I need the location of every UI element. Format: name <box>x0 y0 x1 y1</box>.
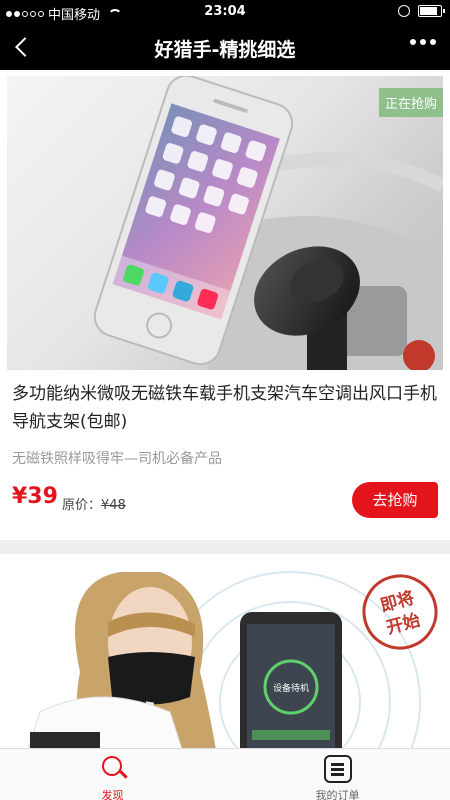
more-options-icon[interactable] <box>410 39 436 45</box>
search-icon <box>100 754 128 784</box>
device-standby-text: 设备待机 <box>273 682 309 694</box>
battery-fill <box>420 7 437 15</box>
original-price-label: 原价： <box>62 498 102 513</box>
battery-icon <box>418 5 445 17</box>
buy-now-button[interactable]: 去抢购 <box>352 482 438 518</box>
original-price: 原价：¥48 <box>62 494 126 513</box>
product-subtitle: 无磁铁照样吸得牢—司机必备产品 <box>12 451 222 467</box>
product-feed[interactable]: 正在抢购 多功能纳米微吸无磁铁车载手机支架汽车空调出风口手机导航支架(包邮) 无… <box>0 70 450 748</box>
product-image[interactable]: 设备待机 即将 开始 <box>0 562 450 748</box>
mask-product-illustration: 设备待机 即将 开始 <box>27 571 438 748</box>
tab-discover-label: 发现 <box>101 789 124 800</box>
nav-bar: 好猎手-精挑细选 <box>0 24 450 70</box>
orders-list-icon <box>324 755 352 783</box>
clock: 23:04 <box>204 4 246 19</box>
sale-price: ¥39 <box>12 484 58 509</box>
tab-bar: 发现 我的订单 <box>0 748 450 800</box>
phone-holder-illustration <box>93 76 443 370</box>
product-title[interactable]: 多功能纳米微吸无磁铁车载手机支架汽车空调出风口手机导航支架(包邮) <box>12 380 438 436</box>
page-title: 好猎手-精挑细选 <box>154 39 296 61</box>
original-price-value: ¥48 <box>101 498 126 513</box>
tab-discover[interactable]: 发现 <box>0 749 225 800</box>
tab-my-orders[interactable]: 我的订单 <box>225 749 450 800</box>
product-card[interactable]: 设备待机 即将 开始 <box>0 554 450 748</box>
product-image[interactable]: 正在抢购 <box>7 76 443 370</box>
status-badge: 正在抢购 <box>378 88 443 117</box>
status-bar: 中国移动 23:04 <box>0 0 450 24</box>
rotation-lock-icon <box>398 5 410 17</box>
product-card[interactable]: 正在抢购 多功能纳米微吸无磁铁车载手机支架汽车空调出风口手机导航支架(包邮) 无… <box>0 70 450 540</box>
tab-my-orders-label: 我的订单 <box>315 789 360 800</box>
